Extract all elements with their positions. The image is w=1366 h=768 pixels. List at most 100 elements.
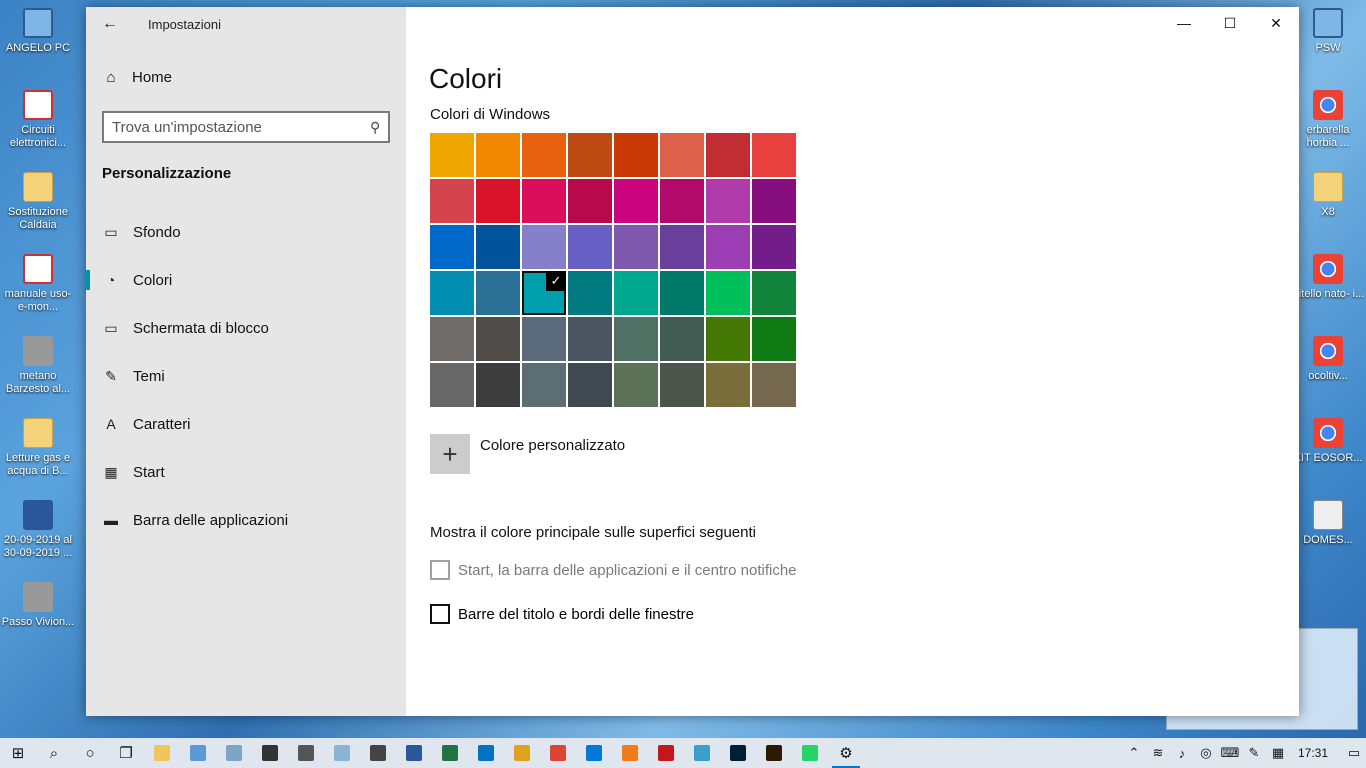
color-swatch[interactable] <box>706 317 750 361</box>
chevron-up-icon[interactable]: ⌃ <box>1122 745 1146 761</box>
color-swatch[interactable] <box>706 179 750 223</box>
color-swatch[interactable]: ✓ <box>522 271 566 315</box>
taskbar-app-acrobat[interactable] <box>648 738 684 768</box>
color-swatch[interactable] <box>614 133 658 177</box>
task-view-button[interactable]: ❐ <box>108 738 144 768</box>
taskbar-app-calculator[interactable] <box>360 738 396 768</box>
search-input[interactable] <box>112 118 370 136</box>
taskbar-app-outlook[interactable] <box>468 738 504 768</box>
sidebar-item-schermata-di-blocco[interactable]: ▭ Schermata di blocco <box>86 304 406 352</box>
color-swatch[interactable] <box>522 317 566 361</box>
cortana-button[interactable]: ○ <box>72 738 108 768</box>
keyboard-layout-icon[interactable]: ▦ <box>1266 745 1290 761</box>
color-swatch[interactable] <box>568 317 612 361</box>
taskbar-app-photoshop[interactable] <box>720 738 756 768</box>
color-swatch[interactable] <box>522 225 566 269</box>
taskbar-app-whatsapp[interactable] <box>792 738 828 768</box>
color-swatch[interactable] <box>476 179 520 223</box>
desktop-icon[interactable]: X8 <box>1290 172 1366 219</box>
desktop-icon[interactable]: DOMES... <box>1290 500 1366 547</box>
desktop-icon[interactable]: manuale uso-e-mon... <box>0 254 76 314</box>
color-swatch[interactable] <box>752 271 796 315</box>
custom-color-button[interactable]: + <box>430 434 470 474</box>
desktop-icon[interactable]: ANGELO PC <box>0 8 76 55</box>
color-swatch[interactable] <box>430 179 474 223</box>
desktop-icon[interactable]: Letture gas e acqua di B... <box>0 418 76 478</box>
desktop-icon[interactable]: 20-09-2019 al 30-09-2019 ... <box>0 500 76 560</box>
pen-tray-icon[interactable]: ✎ <box>1242 745 1266 761</box>
color-swatch[interactable] <box>430 271 474 315</box>
color-swatch[interactable] <box>522 133 566 177</box>
color-swatch[interactable] <box>706 363 750 407</box>
taskbar-app-notepad[interactable] <box>324 738 360 768</box>
sidebar-item-sfondo[interactable]: ▭ Sfondo <box>86 208 406 256</box>
back-button[interactable]: ← <box>86 7 134 41</box>
color-swatch[interactable] <box>476 225 520 269</box>
desktop-icon[interactable]: KIT EOSOR... <box>1290 418 1366 465</box>
desktop-icon[interactable]: Circuiti elettronici... <box>0 90 76 150</box>
taskbar-app-photos[interactable] <box>216 738 252 768</box>
color-swatch[interactable] <box>706 133 750 177</box>
color-swatch[interactable] <box>706 271 750 315</box>
color-swatch[interactable] <box>614 225 658 269</box>
color-swatch[interactable] <box>568 133 612 177</box>
taskbar-app-camera[interactable] <box>288 738 324 768</box>
color-swatch[interactable] <box>476 133 520 177</box>
color-swatch[interactable] <box>752 363 796 407</box>
color-swatch[interactable] <box>752 179 796 223</box>
color-swatch[interactable] <box>660 271 704 315</box>
color-swatch[interactable] <box>522 363 566 407</box>
taskbar-app-chrome[interactable] <box>540 738 576 768</box>
desktop-icon[interactable]: Sostituzione Caldaia <box>0 172 76 232</box>
color-swatch[interactable] <box>568 225 612 269</box>
color-swatch[interactable] <box>752 133 796 177</box>
color-swatch[interactable] <box>522 179 566 223</box>
volume-icon[interactable]: ♪ <box>1170 746 1194 761</box>
color-swatch[interactable] <box>614 317 658 361</box>
color-swatch[interactable] <box>660 363 704 407</box>
color-swatch[interactable] <box>430 225 474 269</box>
taskbar-app-word[interactable] <box>396 738 432 768</box>
taskbar-app-excel[interactable] <box>432 738 468 768</box>
color-swatch[interactable] <box>660 225 704 269</box>
start-button[interactable]: ⊞ <box>0 738 36 768</box>
sidebar-item-temi[interactable]: ✎ Temi <box>86 352 406 400</box>
taskbar-app-file-explorer[interactable] <box>144 738 180 768</box>
sync-icon[interactable]: ◎ <box>1194 745 1218 761</box>
color-swatch[interactable] <box>660 133 704 177</box>
color-swatch[interactable] <box>430 317 474 361</box>
titlebars-checkbox[interactable] <box>430 604 450 624</box>
color-swatch[interactable] <box>430 363 474 407</box>
color-swatch[interactable] <box>476 317 520 361</box>
color-swatch[interactable] <box>568 363 612 407</box>
sidebar-item-barra-delle-applicazioni[interactable]: ▬ Barra delle applicazioni <box>86 496 406 544</box>
color-swatch[interactable] <box>660 317 704 361</box>
sidebar-item-colori[interactable]: ◔ Colori <box>86 256 406 304</box>
notification-center-icon[interactable]: ▭ <box>1342 745 1366 761</box>
color-swatch[interactable] <box>752 225 796 269</box>
taskbar-app-snipping[interactable] <box>684 738 720 768</box>
nav-home[interactable]: ⌂ Home <box>102 69 172 86</box>
desktop-icon[interactable]: ocoltiv... <box>1290 336 1366 383</box>
desktop-icon[interactable]: Vitello nato- i... <box>1290 254 1366 301</box>
taskbar-settings-app[interactable]: ⚙ <box>828 738 864 768</box>
taskbar-app-control-panel[interactable] <box>180 738 216 768</box>
color-swatch[interactable] <box>706 225 750 269</box>
start-taskbar-checkbox[interactable] <box>430 560 450 580</box>
taskbar-app-sticky-notes[interactable] <box>252 738 288 768</box>
desktop-icon[interactable]: Passo Vivion... <box>0 582 76 629</box>
sidebar-item-start[interactable]: ▦ Start <box>86 448 406 496</box>
clock[interactable]: 17:31 <box>1298 746 1328 760</box>
color-swatch[interactable] <box>614 179 658 223</box>
color-swatch[interactable] <box>476 271 520 315</box>
taskbar-app-media-player[interactable] <box>612 738 648 768</box>
desktop-icon[interactable]: erbarella horbia ... <box>1290 90 1366 150</box>
taskbar-app-edge[interactable] <box>576 738 612 768</box>
desktop-icon[interactable]: PSW <box>1290 8 1366 55</box>
taskbar-app-photo-viewer[interactable] <box>504 738 540 768</box>
search-taskbar-button[interactable]: ⌕ <box>36 738 72 768</box>
color-swatch[interactable] <box>568 179 612 223</box>
color-swatch[interactable] <box>614 363 658 407</box>
color-swatch[interactable] <box>752 317 796 361</box>
color-swatch[interactable] <box>660 179 704 223</box>
